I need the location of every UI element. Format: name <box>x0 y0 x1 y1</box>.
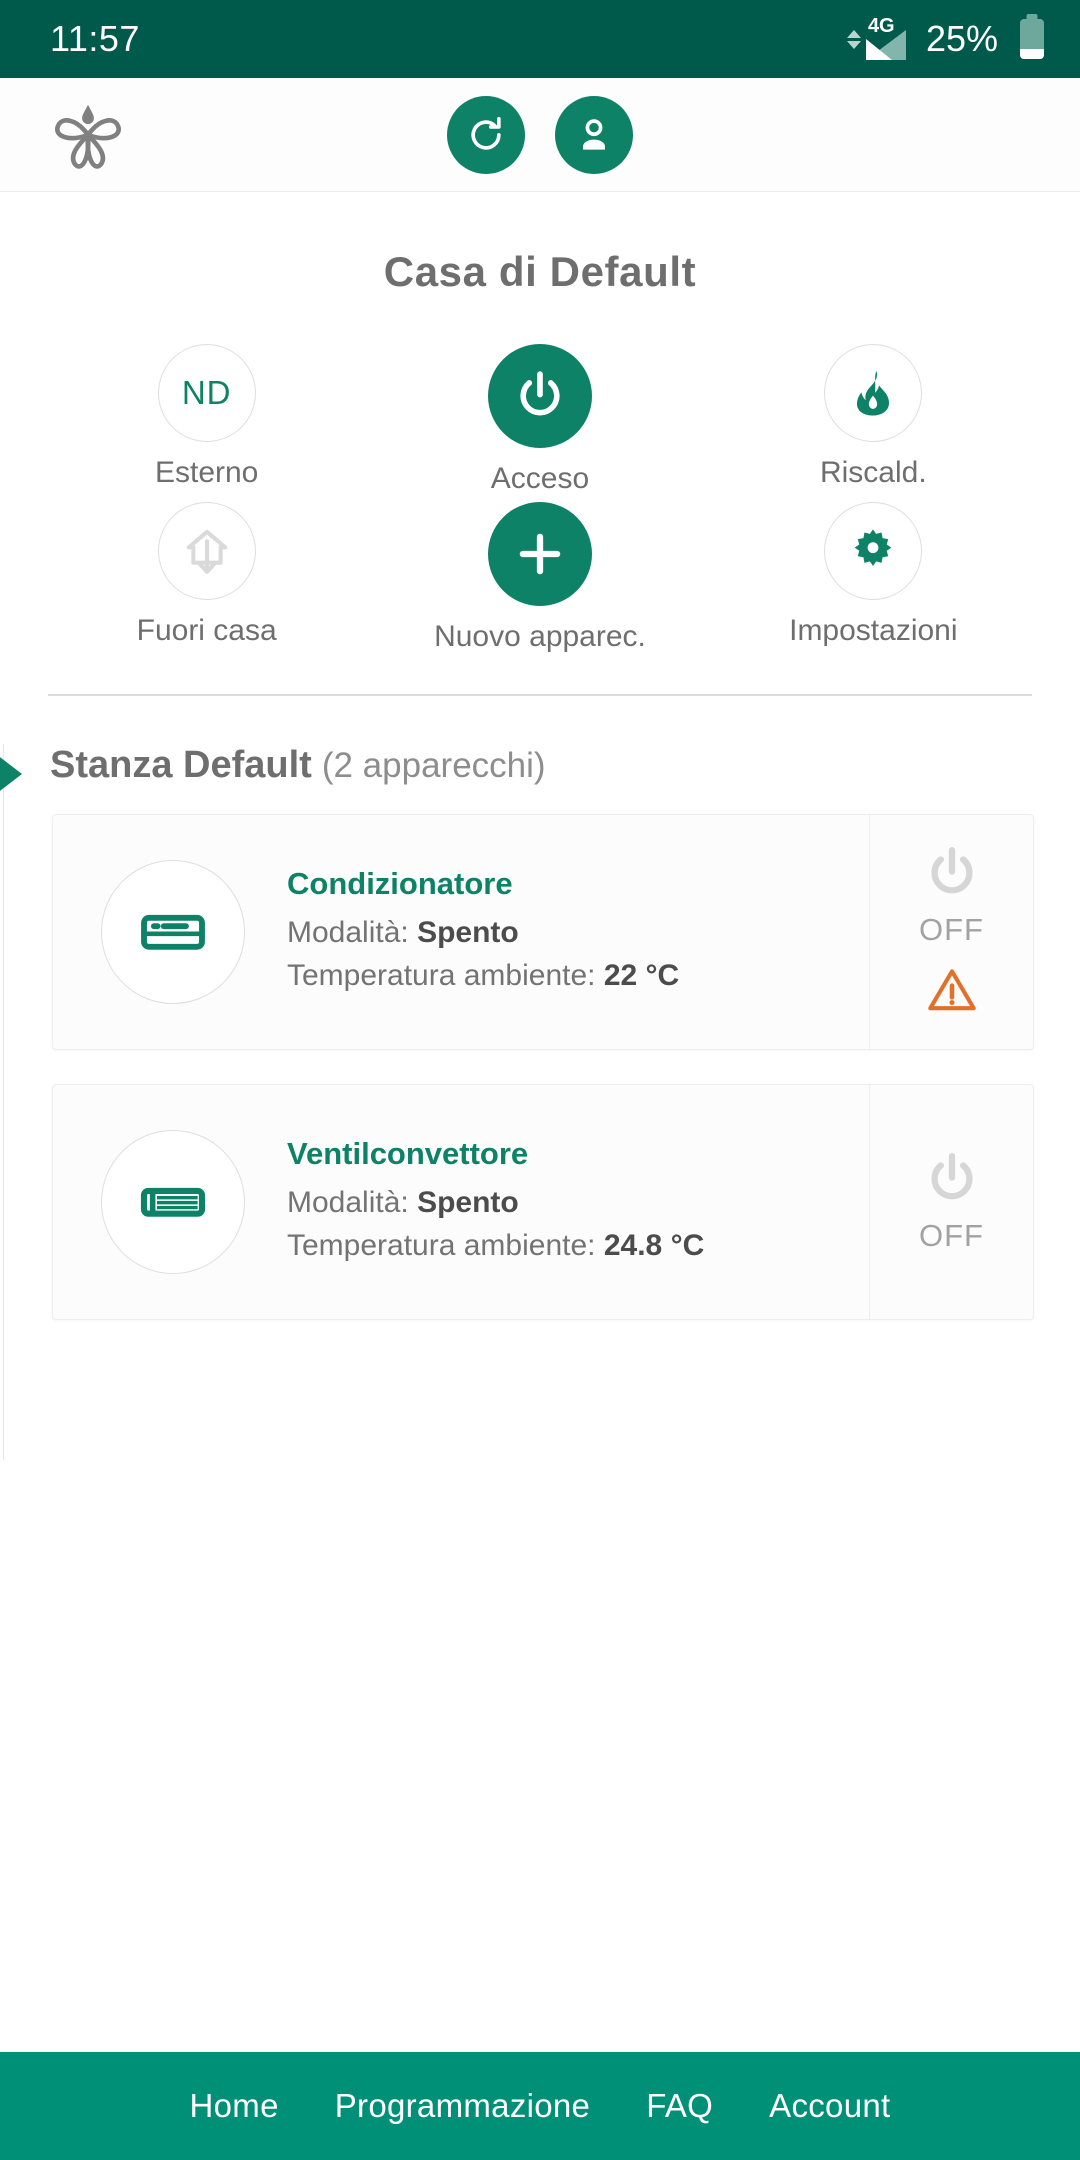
outdoor-temperature-value: ND <box>181 374 232 411</box>
device-text-block: Condizionatore Modalità: Spento Temperat… <box>287 866 679 997</box>
warning-triangle-icon[interactable] <box>926 964 978 1021</box>
battery-icon <box>1020 19 1044 59</box>
device-temperature-label: Temperatura ambiente: <box>287 1229 596 1262</box>
quick-action-acceso[interactable]: Acceso <box>373 344 706 496</box>
data-transfer-icon <box>846 18 861 60</box>
outdoor-temperature-icon: ND <box>157 344 256 442</box>
account-button[interactable] <box>555 95 633 174</box>
gear-icon <box>854 529 892 566</box>
heating-mode-button[interactable] <box>824 344 923 442</box>
bottom-navigation: Home Programmazione FAQ Account <box>0 2052 1080 2160</box>
nav-item-account[interactable]: Account <box>769 2087 890 2125</box>
page-title: Casa di Default <box>383 248 697 295</box>
app-screen: 11:57 4G 25% Casa di Default ND Esterno … <box>0 0 1080 2160</box>
add-device-button[interactable] <box>487 502 592 606</box>
settings-button[interactable] <box>824 502 923 600</box>
device-info[interactable]: Ventilconvettore Modalità: Spento Temper… <box>53 1085 869 1319</box>
device-mode-line: Modalità: Spento <box>287 1182 704 1225</box>
quick-action-label: Impostazioni <box>789 614 958 647</box>
network-status: 4G <box>846 16 906 60</box>
device-mode-value: Spento <box>417 916 519 950</box>
device-list: Condizionatore Modalità: Spento Temperat… <box>6 814 1080 1320</box>
device-temperature-value: 22 °C <box>603 959 680 992</box>
device-temperature-label: Temperatura ambiente: <box>287 959 596 992</box>
app-bar <box>0 78 1080 192</box>
device-mode-line: Modalità: Spento <box>287 912 679 955</box>
device-state-label: OFF <box>919 1218 984 1253</box>
device-temperature-value: 24.8 °C <box>603 1229 705 1262</box>
refresh-icon <box>471 116 501 150</box>
device-mode-value: Spento <box>417 1186 519 1220</box>
main-content: Casa di Default ND Esterno Acceso Riscal… <box>0 192 1080 2052</box>
device-temperature-line: Temperatura ambiente: 22 °C <box>287 955 679 998</box>
quick-action-nuovo-apparecchio[interactable]: Nuovo apparec. <box>373 502 706 654</box>
quick-actions-grid: ND Esterno Acceso Riscald. Fuori casa Nu… <box>0 344 1080 654</box>
power-icon <box>520 371 560 416</box>
device-name: Ventilconvettore <box>287 1136 529 1172</box>
device-card[interactable]: Ventilconvettore Modalità: Spento Temper… <box>52 1084 1034 1320</box>
quick-action-label: Fuori casa <box>136 614 277 647</box>
device-mode-label: Modalità: <box>287 1186 409 1220</box>
fan-coil-icon <box>101 1130 245 1274</box>
battery-percent-label: 25% <box>925 18 998 59</box>
plus-icon <box>519 533 561 575</box>
nav-item-programmazione[interactable]: Programmazione <box>335 2087 590 2125</box>
status-indicators: 4G 25% <box>846 16 1044 60</box>
butterfly-logo <box>46 93 130 177</box>
device-state-label: OFF <box>919 911 984 947</box>
air-conditioner-icon <box>101 860 245 1004</box>
quick-action-label: Nuovo apparec. <box>434 620 646 653</box>
quick-action-impostazioni[interactable]: Impostazioni <box>707 502 1040 654</box>
away-home-icon <box>186 529 227 574</box>
app-bar-actions <box>447 95 633 174</box>
power-icon <box>931 1153 972 1200</box>
away-mode-button[interactable] <box>157 502 256 600</box>
room-name: Stanza Default <box>50 744 312 786</box>
device-text-block: Ventilconvettore Modalità: Spento Temper… <box>287 1136 704 1267</box>
section-divider <box>48 694 1032 696</box>
device-power-toggle[interactable]: OFF <box>869 1085 1033 1319</box>
quick-action-label: Acceso <box>490 462 590 495</box>
power-toggle-button[interactable] <box>487 344 592 448</box>
room-header[interactable]: Stanza Default (2 apparecchi) <box>0 744 1080 808</box>
quick-action-esterno[interactable]: ND Esterno <box>40 344 373 496</box>
room-rail <box>3 744 4 1460</box>
signal-bars-icon: 4G <box>865 16 906 60</box>
quick-action-label: Riscald. <box>819 456 927 489</box>
nav-item-faq[interactable]: FAQ <box>646 2087 713 2125</box>
device-power-toggle[interactable]: OFF <box>869 815 1033 1049</box>
device-temperature-line: Temperatura ambiente: 24.8 °C <box>287 1225 704 1268</box>
room-panel: Stanza Default (2 apparecchi) Condiziona… <box>0 744 1080 1460</box>
room-device-count: (2 apparecchi) <box>321 746 546 785</box>
quick-action-fuori-casa[interactable]: Fuori casa <box>40 502 373 654</box>
nav-item-home[interactable]: Home <box>190 2087 279 2125</box>
status-time: 11:57 <box>50 18 140 59</box>
device-card[interactable]: Condizionatore Modalità: Spento Temperat… <box>52 814 1034 1050</box>
user-icon <box>583 118 605 150</box>
quick-action-riscaldamento[interactable]: Riscald. <box>707 344 1040 496</box>
power-icon <box>931 846 972 893</box>
room-selected-marker-icon <box>0 748 22 800</box>
status-bar: 11:57 4G 25% <box>0 0 1080 78</box>
device-info[interactable]: Condizionatore Modalità: Spento Temperat… <box>53 815 869 1049</box>
device-name: Condizionatore <box>287 866 513 902</box>
quick-action-label: Esterno <box>154 456 259 489</box>
refresh-button[interactable] <box>447 95 525 174</box>
flame-icon <box>857 370 890 416</box>
device-mode-label: Modalità: <box>287 916 409 950</box>
